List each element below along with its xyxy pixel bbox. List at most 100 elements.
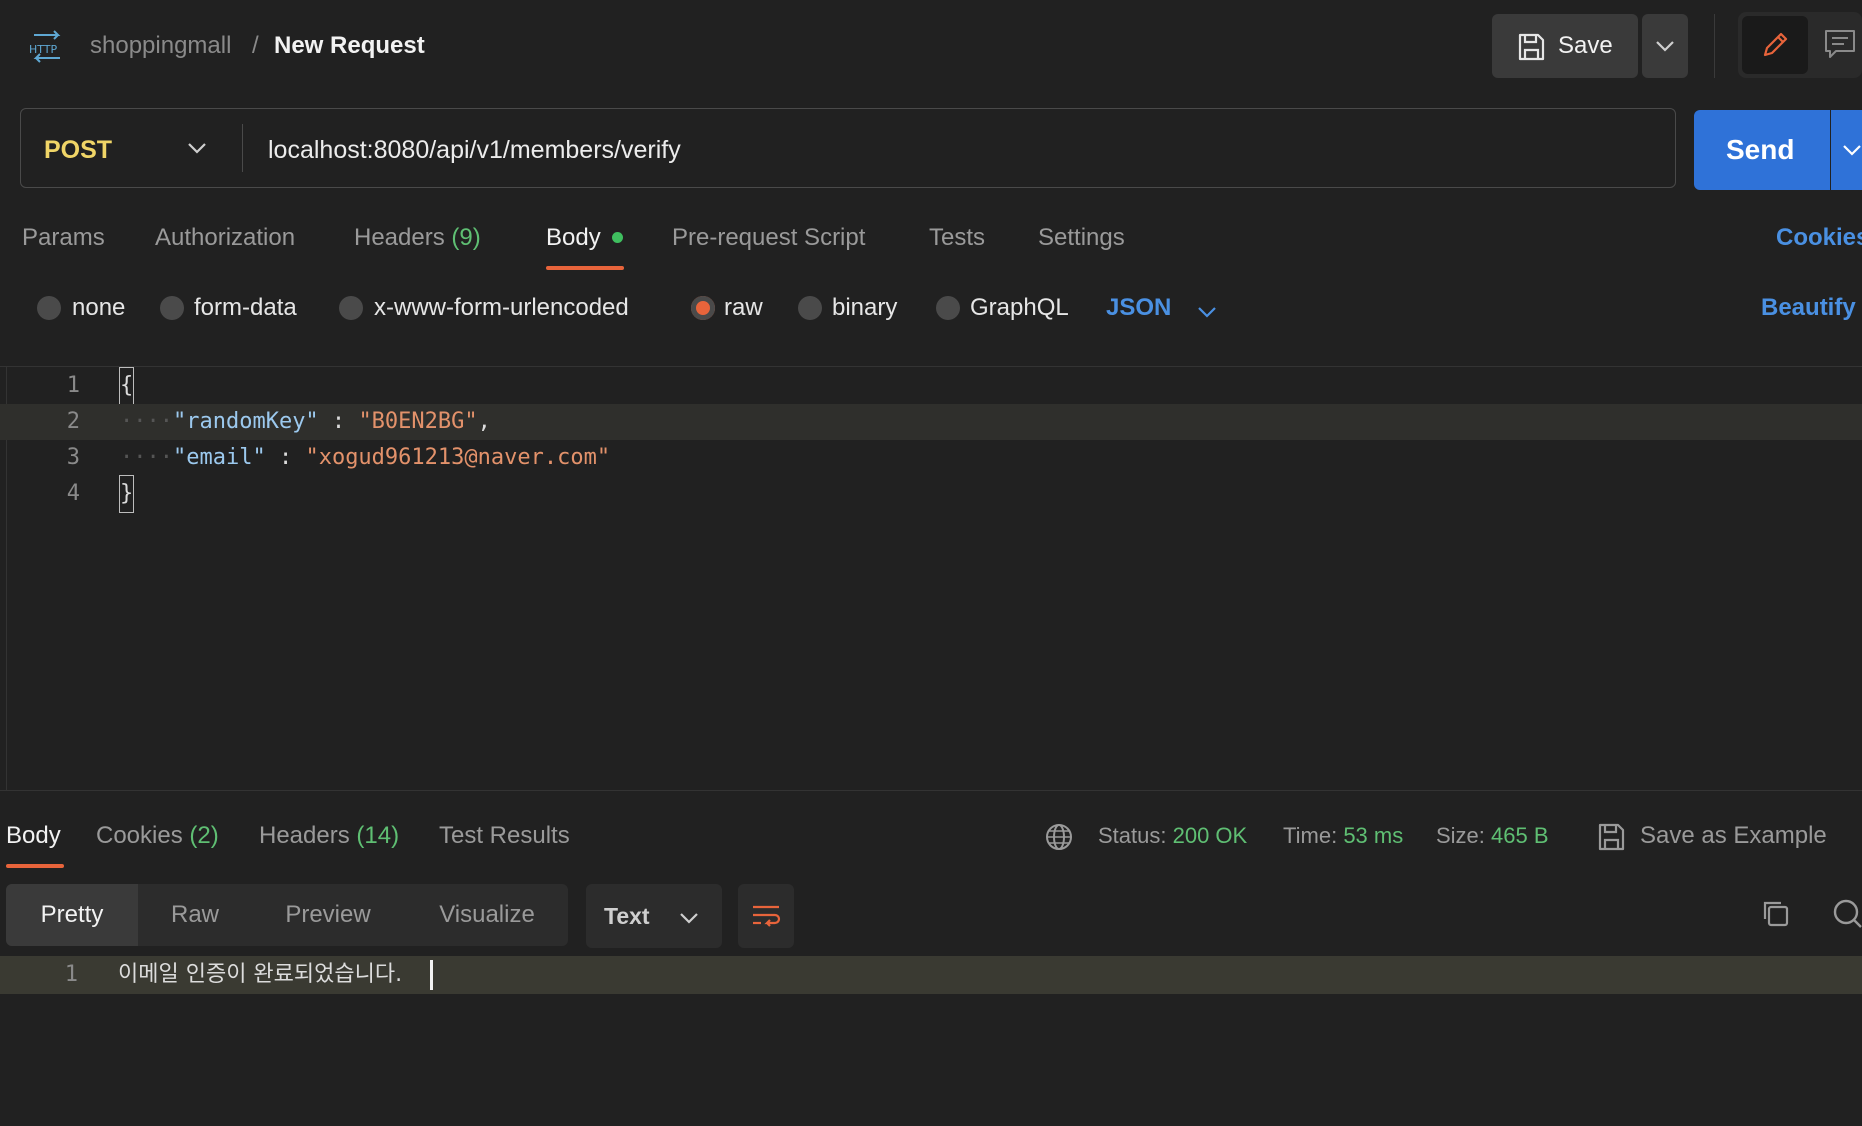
json-value: "B0EN2BG" <box>358 409 478 434</box>
code-text: ····"randomKey" : "B0EN2BG", <box>120 409 491 434</box>
code-text: { <box>118 367 135 405</box>
save-button[interactable]: Save <box>1492 14 1638 78</box>
radio-binary[interactable] <box>798 296 822 320</box>
save-options-button[interactable] <box>1642 14 1688 78</box>
response-tab-headers-label: Headers <box>259 822 350 849</box>
globe-icon[interactable] <box>1044 822 1074 852</box>
tab-headers[interactable]: Headers (9) <box>354 222 481 254</box>
line-number: 4 <box>66 481 80 506</box>
view-visualize[interactable]: Visualize <box>420 884 554 946</box>
response-status[interactable]: Status: 200 OK <box>1098 820 1247 852</box>
url-input[interactable]: localhost:8080/api/v1/members/verify <box>268 134 681 166</box>
language-select[interactable]: JSON <box>1106 292 1171 324</box>
radio-graphql-label[interactable]: GraphQL <box>970 292 1069 324</box>
response-tab-headers[interactable]: Headers (14) <box>259 820 399 852</box>
chevron-down-icon[interactable] <box>186 138 208 158</box>
code-line[interactable]: 1 { <box>0 367 1862 405</box>
radio-form-data-label[interactable]: form-data <box>194 292 297 324</box>
editor-border <box>0 790 1862 791</box>
radio-none[interactable] <box>37 296 61 320</box>
floppy-disk-icon <box>1516 32 1546 62</box>
copy-icon[interactable] <box>1760 898 1792 930</box>
page-title[interactable]: New Request <box>274 30 425 62</box>
tab-headers-count: (9) <box>451 224 481 251</box>
status-label: Status: <box>1098 823 1167 848</box>
editor-border <box>0 366 1862 367</box>
response-size[interactable]: Size: 465 B <box>1436 820 1549 852</box>
body-modified-dot <box>612 232 623 243</box>
tab-params[interactable]: Params <box>22 222 105 254</box>
response-format-label: Text <box>604 903 650 929</box>
json-key: "email" <box>172 445 266 470</box>
size-value: 465 B <box>1491 823 1549 848</box>
chevron-down-icon[interactable] <box>1196 302 1218 322</box>
response-format-select[interactable]: Text <box>586 884 722 948</box>
text-cursor <box>430 960 433 990</box>
tab-tests[interactable]: Tests <box>929 222 985 254</box>
json-separator: : <box>318 409 359 434</box>
json-key: "randomKey" <box>172 409 319 434</box>
pencil-icon <box>1763 32 1788 57</box>
view-preview[interactable]: Preview <box>266 884 390 946</box>
send-options-button[interactable] <box>1831 110 1862 190</box>
save-button-label: Save <box>1558 32 1613 59</box>
radio-none-label[interactable]: none <box>72 292 125 324</box>
view-raw[interactable]: Raw <box>138 884 252 946</box>
send-button[interactable]: Send <box>1694 110 1830 190</box>
radio-form-data[interactable] <box>160 296 184 320</box>
tab-prerequest-script[interactable]: Pre-request Script <box>672 222 865 254</box>
code-text: } <box>118 475 135 513</box>
response-tab-cookies[interactable]: Cookies (2) <box>96 820 219 852</box>
response-time[interactable]: Time: 53 ms <box>1283 820 1403 852</box>
wrap-lines-icon <box>753 905 781 927</box>
edit-button[interactable] <box>1742 16 1808 74</box>
radio-binary-label[interactable]: binary <box>832 292 897 324</box>
cookies-link[interactable]: Cookies <box>1776 222 1862 254</box>
radio-urlencoded-label[interactable]: x-www-form-urlencoded <box>374 292 629 324</box>
response-tab-test-results[interactable]: Test Results <box>439 820 570 852</box>
beautify-link[interactable]: Beautify <box>1761 292 1856 324</box>
chevron-down-icon <box>1656 41 1674 52</box>
json-comma: , <box>477 409 491 434</box>
comments-button[interactable] <box>1822 26 1858 62</box>
floppy-disk-icon[interactable] <box>1596 822 1626 852</box>
chevron-down-icon <box>680 913 698 924</box>
breadcrumb-collection[interactable]: shoppingmall <box>90 30 231 62</box>
header-divider <box>1714 14 1715 78</box>
time-label: Time: <box>1283 823 1338 848</box>
code-line[interactable]: 2 ····"randomKey" : "B0EN2BG", <box>0 404 1862 440</box>
response-tab-cookies-count: (2) <box>189 822 219 849</box>
search-icon[interactable] <box>1832 898 1862 930</box>
size-label: Size: <box>1436 823 1485 848</box>
json-separator: : <box>265 445 306 470</box>
response-body-text: 이메일 인증이 완료되었습니다. <box>118 962 403 987</box>
response-body-line[interactable]: 1 이메일 인증이 완료되었습니다. <box>0 956 1862 994</box>
tab-settings[interactable]: Settings <box>1038 222 1125 254</box>
view-pretty[interactable]: Pretty <box>6 884 138 946</box>
breadcrumb-separator: / <box>252 32 259 59</box>
comment-icon <box>1825 30 1855 58</box>
radio-urlencoded[interactable] <box>339 296 363 320</box>
svg-text:HTTP: HTTP <box>29 43 58 56</box>
radio-raw-label[interactable]: raw <box>724 292 763 324</box>
radio-raw[interactable] <box>691 296 715 320</box>
send-button-label: Send <box>1726 134 1795 165</box>
tab-authorization[interactable]: Authorization <box>155 222 295 254</box>
http-icon: HTTP <box>28 30 66 64</box>
tab-headers-label: Headers <box>354 224 445 251</box>
json-brace: { <box>118 367 135 405</box>
line-number: 2 <box>66 409 80 434</box>
time-value: 53 ms <box>1343 823 1404 848</box>
save-as-example-button[interactable]: Save as Example <box>1640 820 1827 852</box>
method-select[interactable]: POST <box>44 134 112 166</box>
tab-body[interactable]: Body <box>546 222 601 254</box>
wrap-lines-button[interactable] <box>738 884 794 948</box>
chevron-down-icon <box>1843 145 1861 156</box>
radio-graphql[interactable] <box>936 296 960 320</box>
code-text: ····"email" : "xogud961213@naver.com" <box>120 445 611 470</box>
code-line[interactable]: 4 } <box>0 475 1862 513</box>
line-number: 3 <box>66 445 80 470</box>
response-tab-body[interactable]: Body <box>6 820 61 852</box>
code-line[interactable]: 3 ····"email" : "xogud961213@naver.com" <box>0 440 1862 476</box>
response-tab-indicator <box>6 864 64 868</box>
